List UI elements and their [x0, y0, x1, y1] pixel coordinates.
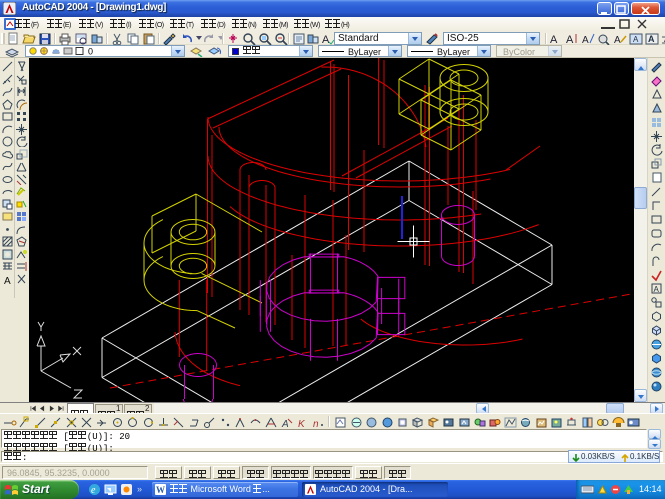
svg-text:A: A [633, 35, 639, 44]
svg-text:A: A [582, 35, 589, 45]
svg-text:A: A [614, 35, 621, 45]
svg-text:A: A [4, 276, 11, 285]
svg-text:A: A [648, 34, 655, 44]
svg-text:A: A [566, 34, 574, 45]
svg-text:e: e [91, 485, 96, 496]
svg-text:W: W [156, 485, 165, 495]
svg-text:A: A [550, 34, 558, 45]
svg-text:A: A [654, 285, 660, 294]
svg-text:0: 0 [88, 47, 93, 57]
